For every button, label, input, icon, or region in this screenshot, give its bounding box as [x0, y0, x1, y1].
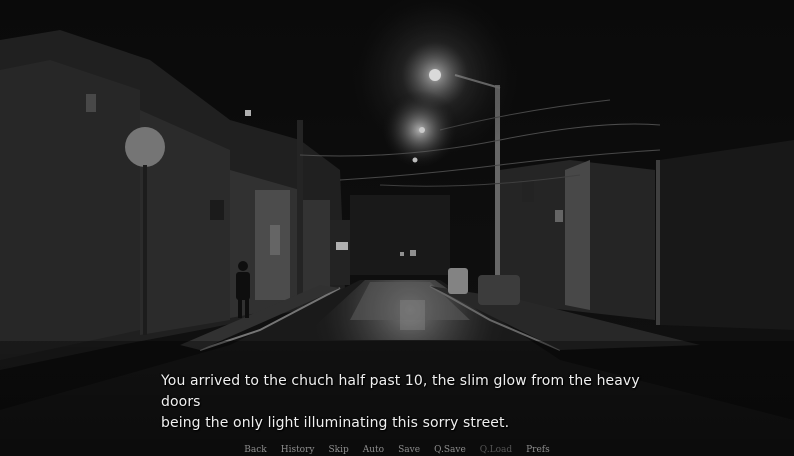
auto-button[interactable]: Auto — [356, 444, 391, 456]
save-button[interactable]: Save — [391, 444, 427, 456]
quick-load-button[interactable]: Q.Load — [473, 444, 519, 456]
game-screen[interactable]: You arrived to the chuch half past 10, t… — [0, 0, 794, 456]
prefs-button[interactable]: Prefs — [519, 444, 557, 456]
dialogue-line: being the only light illuminating this s… — [161, 415, 510, 431]
dialogue-text: You arrived to the chuch half past 10, t… — [161, 371, 681, 434]
quick-save-button[interactable]: Q.Save — [427, 444, 473, 456]
quick-menu: Back History Skip Auto Save Q.Save Q.Loa… — [0, 444, 794, 456]
dialogue-line: You arrived to the chuch half past 10, t… — [161, 373, 640, 410]
history-button[interactable]: History — [274, 444, 322, 456]
back-button[interactable]: Back — [237, 444, 273, 456]
skip-button[interactable]: Skip — [322, 444, 356, 456]
